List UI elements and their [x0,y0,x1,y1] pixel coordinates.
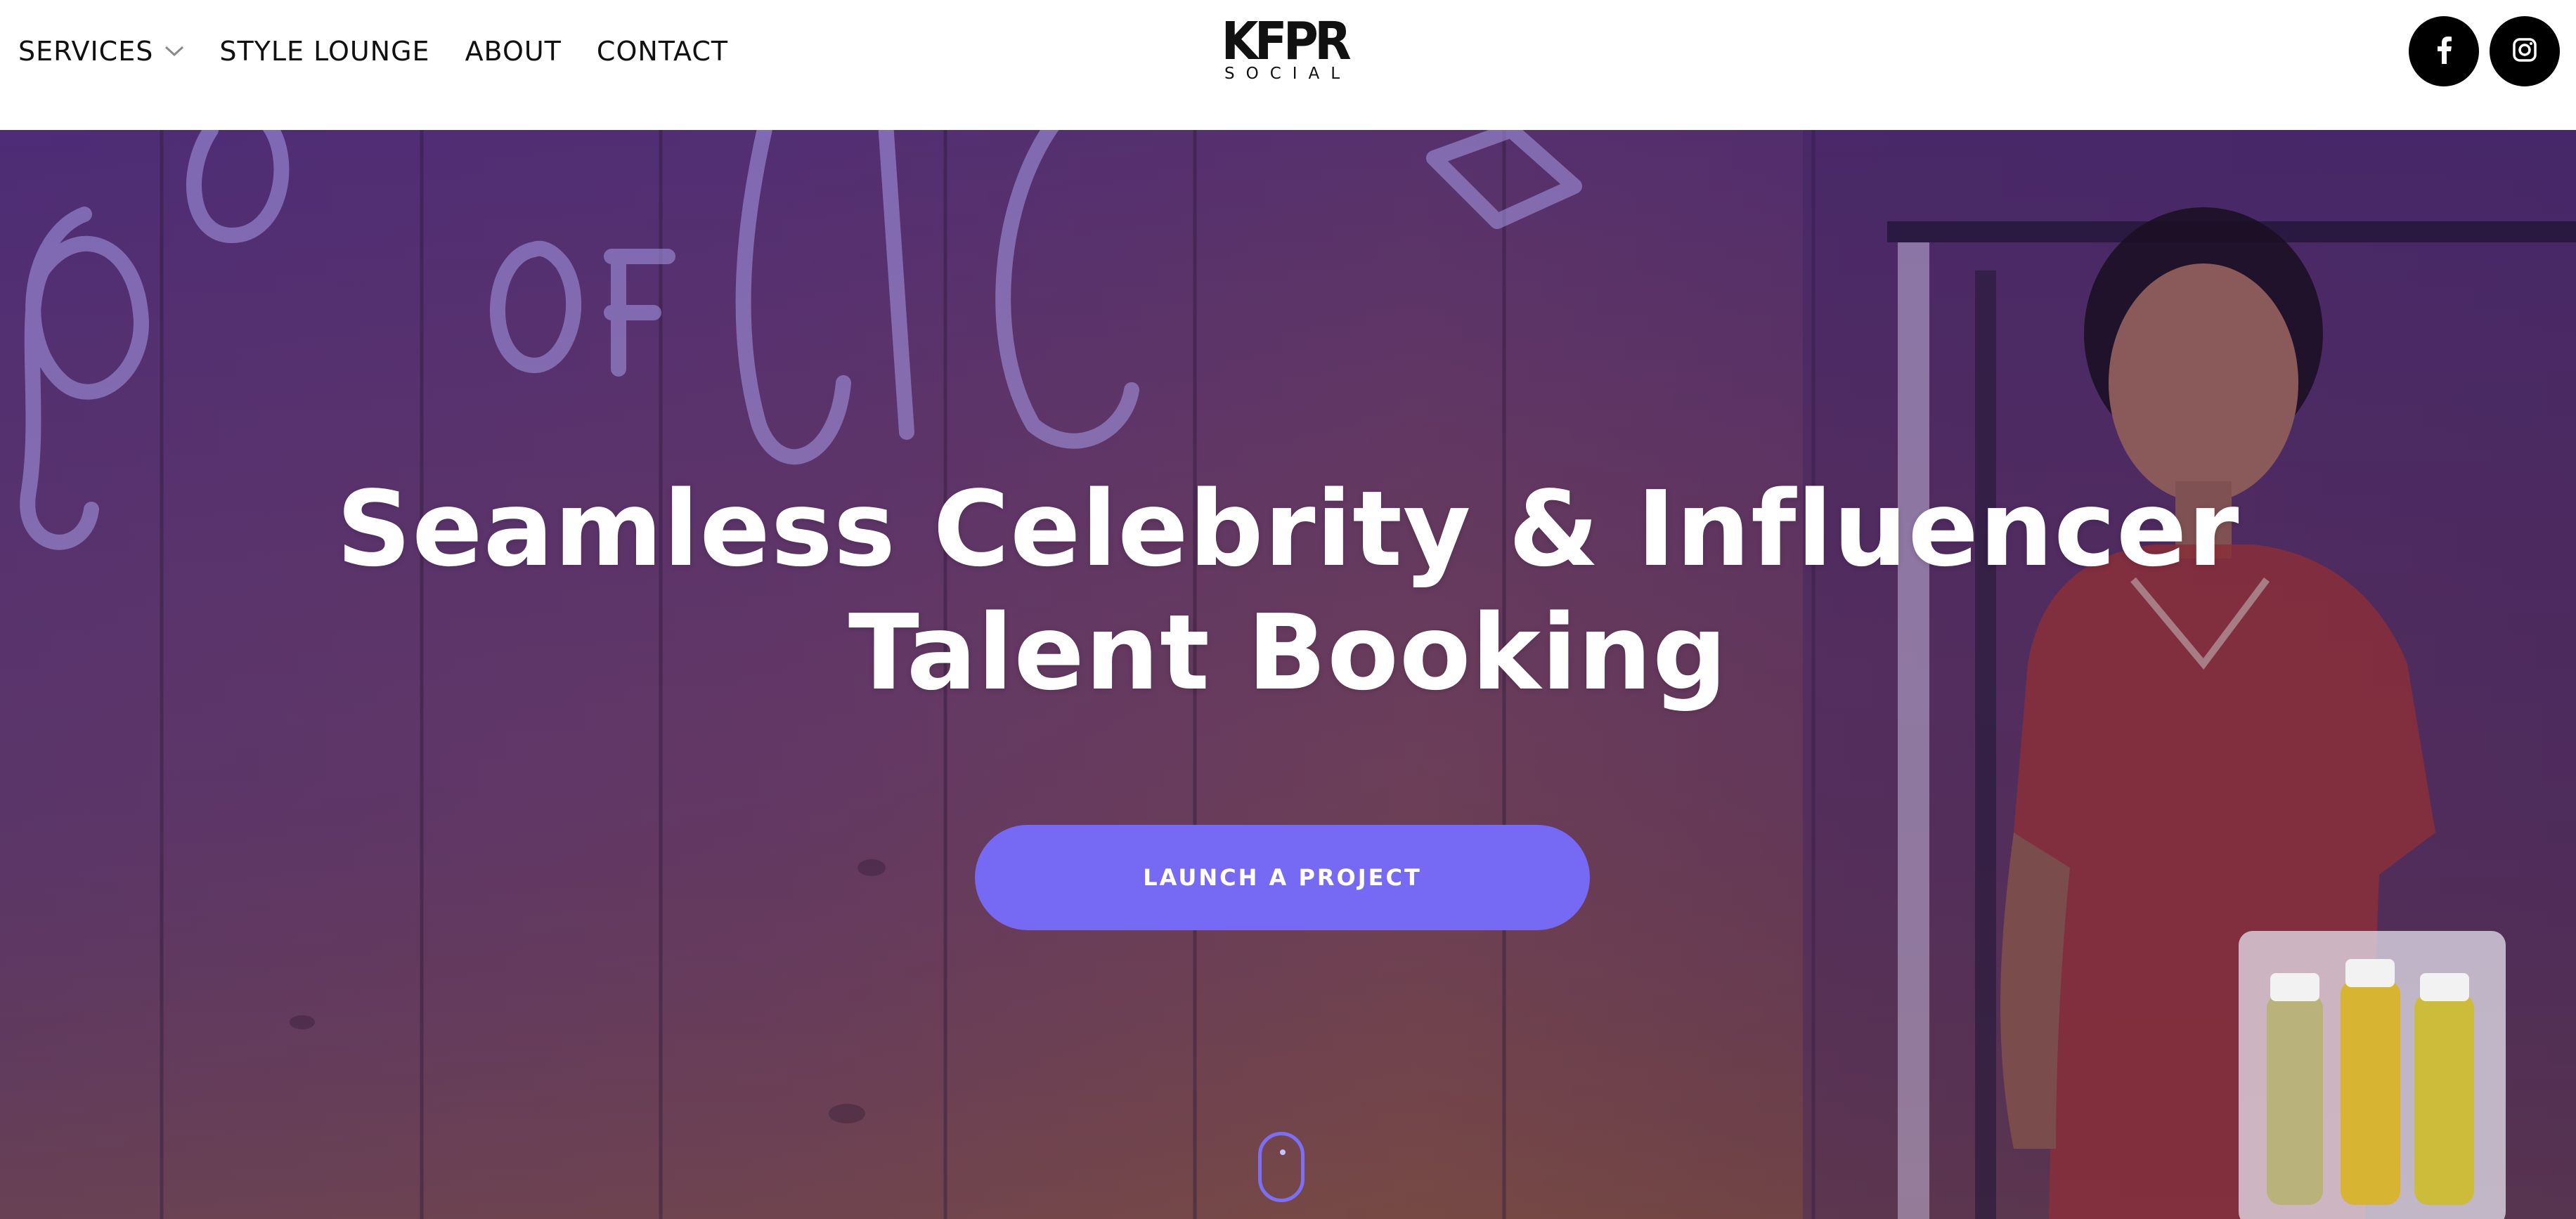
facebook-button[interactable] [2409,16,2479,86]
social-links [2398,16,2560,86]
instagram-icon [2512,37,2537,65]
instagram-button[interactable] [2490,16,2560,86]
nav-item-about[interactable]: ABOUT [465,36,562,67]
site-logo[interactable]: KFPR SOCIAL [1216,11,1352,83]
nav-item-services[interactable]: SERVICES [18,36,184,67]
mouse-scroll-dot [1280,1149,1286,1155]
hero-title-line-2: Talent Booking [848,592,1728,713]
hero-title-line-1: Seamless Celebrity & Influencer [336,469,2240,589]
main-nav: SERVICES STYLE LOUNGE ABOUT CONTACT [18,34,763,69]
logo-text: KFPR [1221,11,1352,72]
hero-section: Seamless Celebrity & Influencer Talent B… [0,130,2576,1219]
facebook-icon [2435,36,2453,67]
chevron-down-icon [164,45,184,58]
hero-title: Seamless Celebrity & Influencer Talent B… [0,467,2576,715]
launch-project-button[interactable]: LAUNCH A PROJECT [975,825,1590,930]
nav-item-contact[interactable]: CONTACT [597,36,728,67]
site-header: SERVICES STYLE LOUNGE ABOUT CONTACT KFPR… [0,0,2576,130]
mouse-scroll-icon[interactable] [1258,1132,1305,1202]
nav-item-style-lounge[interactable]: STYLE LOUNGE [219,36,429,67]
nav-item-services-label: SERVICES [18,36,154,67]
